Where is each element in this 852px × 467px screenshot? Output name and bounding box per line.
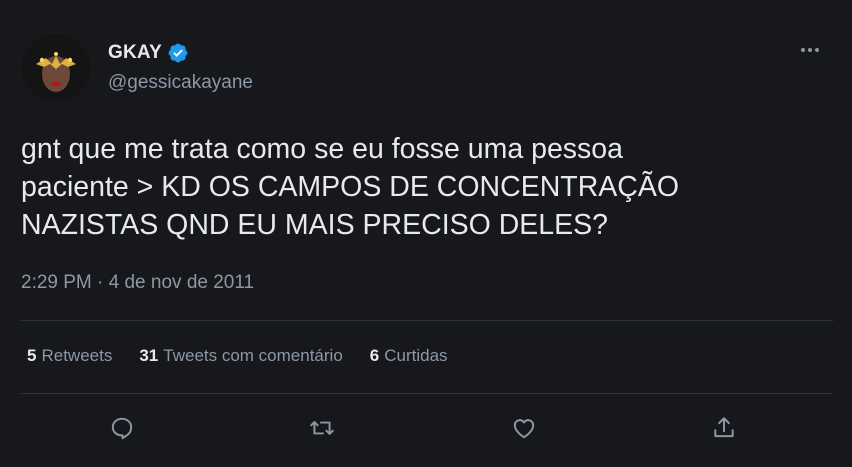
- divider: [21, 393, 833, 394]
- likes-stat[interactable]: 6 Curtidas: [370, 346, 448, 366]
- more-options-icon[interactable]: [798, 40, 822, 60]
- tweet-timestamp[interactable]: 2:29 PM · 4 de nov de 2011: [21, 272, 254, 294]
- retweet-icon: [310, 421, 334, 435]
- share-button[interactable]: [710, 414, 738, 442]
- engagement-stats: 5 Retweets 31 Tweets com comentário 6 Cu…: [27, 346, 475, 366]
- tweet-card: GKAY @gessicakayane gnt que me trata com…: [0, 0, 852, 467]
- verified-badge-icon: [168, 43, 188, 63]
- user-handle[interactable]: @gessicakayane: [108, 72, 253, 94]
- retweets-count: 5: [27, 346, 37, 365]
- profile-avatar-image: [22, 34, 90, 102]
- share-icon: [714, 417, 734, 438]
- like-button[interactable]: [510, 414, 538, 442]
- action-bar: [0, 410, 852, 446]
- retweets-stat[interactable]: 5 Retweets: [27, 346, 112, 366]
- quote-tweets-count: 31: [139, 346, 159, 365]
- reply-icon: [111, 417, 133, 440]
- retweet-button[interactable]: [308, 414, 336, 442]
- likes-count: 6: [369, 346, 380, 365]
- like-icon: [513, 419, 535, 439]
- reply-button[interactable]: [108, 414, 136, 442]
- divider: [21, 320, 833, 321]
- display-name[interactable]: GKAY: [108, 42, 162, 64]
- author-row[interactable]: GKAY: [108, 42, 189, 64]
- avatar[interactable]: [22, 34, 90, 102]
- tweet-text: gnt que me trata como se eu fosse uma pe…: [21, 133, 680, 241]
- quote-tweets-label: Tweets com comentário: [163, 346, 343, 365]
- quote-tweets-stat[interactable]: 31 Tweets com comentário: [139, 346, 342, 366]
- retweets-label: Retweets: [41, 346, 113, 365]
- likes-label: Curtidas: [384, 346, 448, 365]
